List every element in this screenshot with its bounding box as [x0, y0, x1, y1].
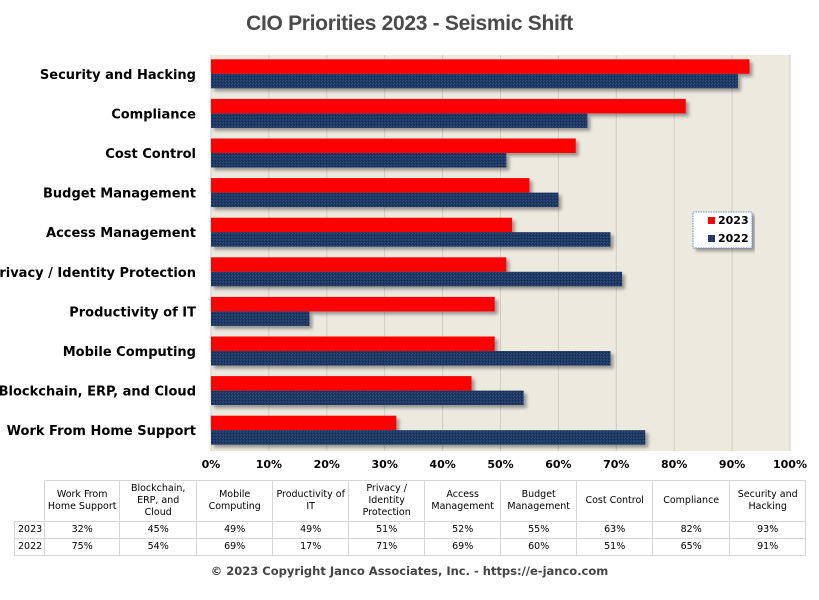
bar-2022	[211, 153, 507, 168]
table-row: 2023 32% 45% 49% 49% 51% 52% 55% 63% 82% 93%	[13, 521, 807, 539]
table-header-row: Work From Home Support Blockchain, ERP, a…	[14, 480, 807, 522]
table-column-header: Cost Control	[576, 480, 654, 522]
bar-2022	[211, 192, 559, 208]
x-tick-label: 40%	[429, 458, 455, 471]
table-cell: 75%	[44, 538, 121, 556]
bar-2022	[211, 232, 611, 247]
bar-2023	[211, 98, 686, 114]
legend: 2023 2022	[692, 211, 753, 249]
table-cell: 17%	[272, 538, 350, 556]
table-cell: 51%	[576, 538, 654, 556]
table-cell: 60%	[500, 538, 578, 556]
table-cell: 69%	[196, 538, 274, 556]
bar-2023	[211, 138, 576, 153]
x-tick-label: 50%	[487, 458, 513, 471]
table-row-label: 2023	[13, 521, 46, 539]
bar-2022	[211, 430, 646, 445]
x-tick-label: 20%	[314, 458, 340, 471]
table-corner	[14, 480, 46, 522]
bar-2023	[211, 257, 507, 272]
table-row-label: 2022	[13, 538, 46, 556]
x-tick-label: 60%	[545, 458, 571, 471]
category-label: Budget Management	[43, 187, 196, 202]
bar-2022	[211, 351, 611, 366]
data-table: Work From Home Support Blockchain, ERP, a…	[13, 480, 807, 556]
category-label: Blockchain, ERP, and Cloud	[0, 385, 196, 400]
legend-swatch-2023	[708, 217, 715, 224]
category-label: Security and Hacking	[40, 68, 196, 83]
bar-2023	[211, 376, 472, 391]
table-cell: 54%	[119, 538, 198, 556]
table-cell: 93%	[729, 521, 807, 539]
table-cell: 52%	[424, 521, 502, 539]
table-cell: 45%	[119, 521, 198, 539]
table-column-header: Security and Hacking	[729, 480, 807, 522]
bar-2023	[211, 217, 513, 233]
table-column-header: Blockchain, ERP, and Cloud	[119, 480, 198, 522]
legend-swatch-2022	[708, 235, 715, 242]
x-tick-label: 0%	[202, 458, 221, 471]
bar-2022	[211, 113, 588, 128]
bar-2023	[211, 296, 495, 312]
x-tick-label: 30%	[372, 458, 398, 471]
category-label: Productivity of IT	[69, 305, 196, 320]
table-cell: 49%	[272, 521, 350, 539]
x-tick-label: 70%	[603, 458, 629, 471]
bar-2022	[211, 390, 524, 406]
table-row: 2022 75% 54% 69% 17% 71% 69% 60% 51% 65% 91%	[13, 538, 807, 556]
table-cell: 32%	[44, 521, 121, 539]
x-tick-label: 90%	[719, 458, 745, 471]
table-column-header: Budget Management	[500, 480, 578, 522]
x-tick-label: 10%	[256, 458, 282, 471]
category-label: Privacy / Identity Protection	[0, 266, 196, 281]
table-cell: 49%	[196, 521, 274, 539]
table-column-header: Productivity of IT	[272, 480, 350, 522]
bar-chart: Security and Hacking Compliance Cost Contr…	[0, 55, 807, 471]
table-column-header: Privacy / Identity Protection	[348, 480, 426, 522]
bar-2023	[211, 336, 495, 351]
category-label: Access Management	[46, 226, 196, 241]
bar-2023	[211, 178, 530, 193]
table-column-header: Mobile Computing	[196, 480, 274, 522]
bar-2022	[211, 311, 310, 326]
bar-2023	[211, 59, 750, 74]
table-cell: 65%	[652, 538, 731, 556]
table-cell: 91%	[729, 538, 807, 556]
category-label: Cost Control	[105, 147, 196, 162]
x-tick-label: 80%	[661, 458, 687, 471]
table-column-header: Work From Home Support	[44, 480, 121, 522]
bar-2023	[211, 415, 397, 431]
category-label: Compliance	[111, 107, 196, 122]
table-cell: 51%	[348, 521, 426, 539]
category-label: Work From Home Support	[7, 424, 196, 439]
bar-2022	[211, 271, 623, 287]
table-cell: 82%	[652, 521, 731, 539]
legend-label-2022: 2022	[718, 232, 749, 245]
legend-label-2023: 2023	[718, 214, 749, 227]
table-column-header: Compliance	[652, 480, 731, 522]
table-column-header: Access Management	[424, 480, 502, 522]
x-tick-label: 100%	[773, 458, 807, 471]
table-cell: 63%	[576, 521, 654, 539]
category-label: Mobile Computing	[63, 345, 196, 360]
bar-2022	[211, 73, 738, 89]
copyright-notice: © 2023 Copyright Janco Associates, Inc. …	[210, 564, 609, 578]
table-cell: 55%	[500, 521, 578, 539]
table-cell: 69%	[424, 538, 502, 556]
table-cell: 71%	[348, 538, 426, 556]
